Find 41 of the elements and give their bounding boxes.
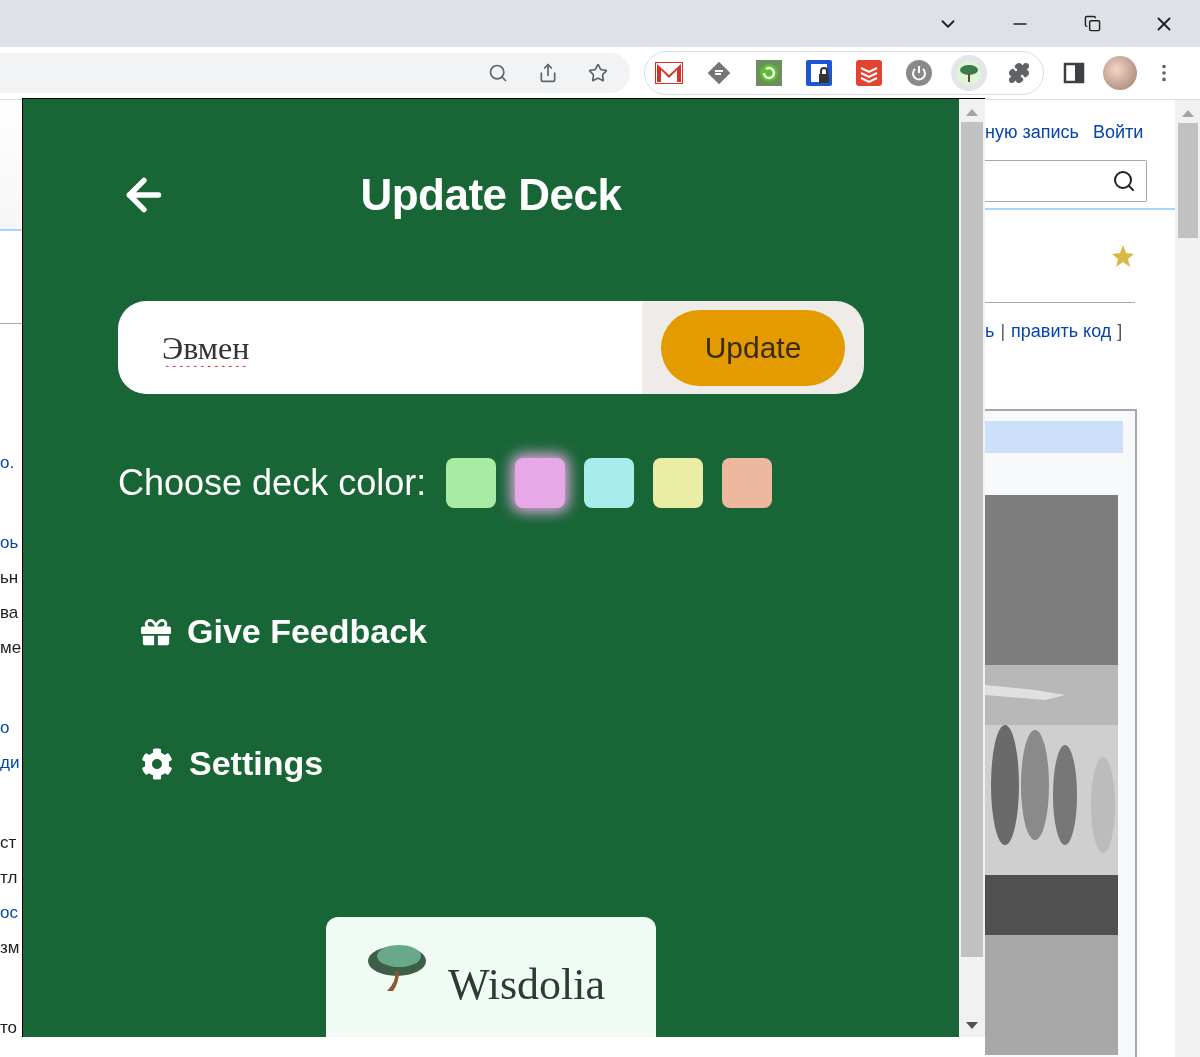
gift-icon [141, 616, 171, 647]
article-text: ст [0, 832, 17, 854]
article-text: ва [0, 602, 19, 624]
brand-name: Wisdolia [448, 959, 606, 1010]
color-swatch[interactable] [722, 458, 773, 508]
envelope-icon[interactable] [655, 62, 683, 84]
color-swatch[interactable] [446, 458, 497, 508]
star-icon [1111, 244, 1135, 268]
bracket-text: | [1000, 321, 1006, 343]
article-link[interactable]: ос [0, 895, 18, 930]
restore-icon[interactable] [1083, 15, 1101, 32]
update-button[interactable]: Update [661, 309, 845, 386]
article-link[interactable]: о. [0, 445, 15, 480]
article-text: тл [0, 867, 18, 889]
article-text: ьн [0, 567, 19, 589]
search-field[interactable] [985, 160, 1147, 202]
settings-icon [141, 747, 173, 780]
color-swatch[interactable] [584, 458, 635, 508]
page-scrollbar[interactable] [1175, 100, 1200, 1057]
article-text: ме [0, 637, 22, 659]
color-swatch[interactable] [653, 458, 704, 508]
deck-name-field[interactable]: Эвмен [118, 301, 642, 394]
feedback-button[interactable]: Give Feedback [118, 612, 427, 651]
edit-link[interactable]: ь [985, 321, 995, 409]
color-label: Choose deck color: [118, 462, 427, 504]
edit-link[interactable]: править код [1011, 321, 1112, 409]
profile-avatar[interactable] [1102, 55, 1138, 91]
article-link[interactable]: ди [0, 745, 20, 780]
popup-scrollbar[interactable] [959, 99, 985, 1037]
popup-title: Update Deck [359, 170, 623, 220]
article-text: то [0, 1017, 18, 1039]
tree-logo-icon [366, 943, 428, 991]
settings-button[interactable]: Settings [118, 744, 324, 783]
header-link[interactable]: ную запись [985, 122, 1079, 158]
header-link[interactable]: Войти [1092, 122, 1144, 158]
color-swatch[interactable] [515, 458, 566, 508]
bracket-text: ] [1117, 321, 1123, 343]
search-icon [1112, 169, 1136, 193]
article-link[interactable]: о [0, 710, 10, 745]
article-text: зм [0, 937, 20, 959]
article-link[interactable]: оь [0, 525, 19, 560]
